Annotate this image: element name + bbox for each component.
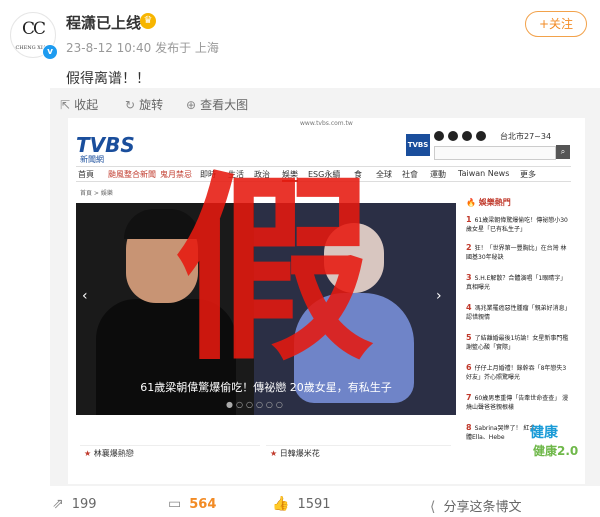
sidebar-item: 6 仔仔上月婚禮！錄幹吞「8年戀失3好友」芥心照驚曝光 xyxy=(466,363,567,381)
share-button[interactable]: ⟨ 分享这条博文 xyxy=(430,496,521,515)
slider-prev-icon: ‹ xyxy=(82,288,88,304)
username[interactable]: 程潇已上线 xyxy=(66,12,141,33)
trending-sidebar: 🔥 娛樂熱門 1 61歲梁朝偉驚爆偷吃！傳祕戀小30歲女星「已有私生子」 2 狂！「… xyxy=(460,195,575,450)
tvbs-small-logo: TVBS xyxy=(406,134,430,156)
post-text: 假得离谱！！ xyxy=(66,71,150,87)
sidebar-title: 🔥 娛樂熱門 xyxy=(466,198,511,207)
search-icon: ⌕ xyxy=(556,145,570,159)
follow-button[interactable]: +关注 xyxy=(525,11,587,37)
news-card-right: ★ 日韓爆米花 xyxy=(266,445,451,486)
share-label: 分享这条博文 xyxy=(443,500,522,515)
card-right-title: 日韓爆米花 xyxy=(279,449,320,458)
zoom-icon: ⊕ xyxy=(186,98,197,112)
sidebar-item: 7 60歲男患重傳「告牽世命查查」 漫燒山聲爸爸親根樣 xyxy=(466,393,569,411)
sidebar-item: 8 Sabrina哭慘了！ 紅合體Ella、Hebe xyxy=(466,423,536,441)
breadcrumb: 首頁 > 娛樂 xyxy=(80,190,113,197)
weather-text: 台北市27~34 xyxy=(500,132,552,141)
nav-item: 運動 xyxy=(430,170,446,179)
rotate-icon: ↻ xyxy=(125,98,136,112)
youtube-icon xyxy=(462,131,472,141)
nav-item: 首頁 xyxy=(78,170,94,179)
twitter-icon xyxy=(476,131,486,141)
view-large-button[interactable]: ⊕ 查看大图 xyxy=(186,96,248,113)
comment-count: 564 xyxy=(189,497,217,512)
post-meta: 23-8-12 10:40 发布于 上海 xyxy=(66,39,219,56)
avatar-monogram: CC xyxy=(21,19,46,39)
fake-stamp: 假 xyxy=(174,155,375,388)
sidebar-item: 1 61歲梁朝偉驚爆偷吃！傳祕戀小30歲女星「已有私生子」 xyxy=(466,215,568,233)
nav-item: 全球 xyxy=(376,170,392,179)
screenshot-url: www.tvbs.com.tw xyxy=(300,120,353,127)
sidebar-item: 2 狂！「世界第一豐胸比」在台灣 林國基30年秘訣 xyxy=(466,243,567,261)
comment-button[interactable]: ▭ 564 xyxy=(168,496,216,512)
share-icon: ⟨ xyxy=(430,499,436,515)
like-icon: 👍 xyxy=(272,496,290,512)
post-location: 发布于 上海 xyxy=(155,41,219,55)
repost-button[interactable]: ⇗ 199 xyxy=(52,496,97,512)
comment-icon: ▭ xyxy=(168,496,182,512)
slider-next-icon: › xyxy=(436,288,442,304)
post-date[interactable]: 23-8-12 10:40 xyxy=(66,41,151,55)
rotate-button[interactable]: ↻ 旋转 xyxy=(125,96,163,113)
tvbs-logo-sub: 新聞網 xyxy=(80,155,104,164)
star-icon: ★ xyxy=(270,449,278,458)
collapse-icon: ⇱ xyxy=(60,98,71,112)
star-icon: ★ xyxy=(84,449,92,458)
slider-dots: ●○○○○○ xyxy=(226,400,286,409)
nav-item: Taiwan News xyxy=(458,169,510,178)
card-left-title: 林襄爆熱戀 xyxy=(93,449,134,458)
verified-icon: v xyxy=(42,44,58,60)
like-count: 1591 xyxy=(297,497,331,512)
repost-icon: ⇗ xyxy=(52,496,64,512)
collapse-button[interactable]: ⇱ 收起 xyxy=(60,96,98,113)
nav-item: 社會 xyxy=(402,170,418,179)
sidebar-item: 5 了結離婚最後1坊論！女星新事門檻 謝籃心酸「實際」 xyxy=(466,333,569,351)
facebook-icon xyxy=(434,131,444,141)
nav-item: 更多 xyxy=(520,170,536,179)
site-search-input xyxy=(434,146,556,160)
health-logo-sub: 健康2.0 xyxy=(533,444,579,458)
line-icon xyxy=(448,131,458,141)
nav-item: 颱風整合新聞 xyxy=(108,170,156,179)
sidebar-item: 4 馮兆業罹癌惡性腫瘤「親弟好消息」 認惜親情 xyxy=(466,303,571,321)
vip-crown-icon: ♛ xyxy=(140,13,156,29)
repost-count: 199 xyxy=(71,497,97,512)
health-logo: 健康 xyxy=(530,425,558,441)
sidebar-item: 3 S.H.E解散？合體演唱「1眼睛字」 真相曝光 xyxy=(466,273,567,291)
post-footer: ⇗ 199 ▭ 564 👍 1591 ⟨ 分享这条博文 xyxy=(0,490,600,517)
news-card-left: ★ 林襄爆熱戀 xyxy=(80,445,260,486)
like-button[interactable]: 👍 1591 xyxy=(272,496,331,512)
